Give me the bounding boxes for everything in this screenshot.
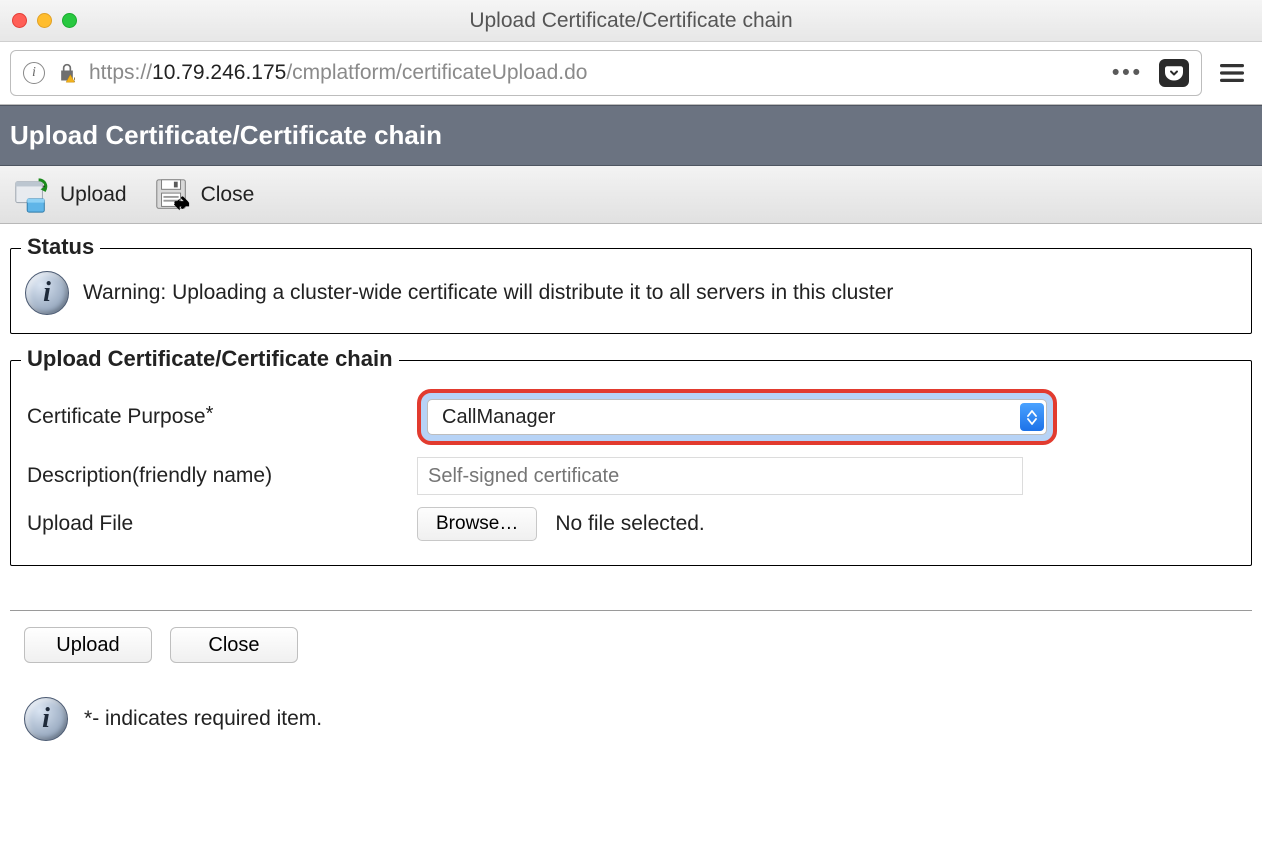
upload-file-label: Upload File	[27, 512, 417, 536]
window-title: Upload Certificate/Certificate chain	[0, 9, 1262, 33]
hamburger-menu-button[interactable]	[1212, 53, 1252, 93]
upload-form-panel: Upload Certificate/Certificate chain Cer…	[10, 360, 1252, 566]
status-message: Warning: Uploading a cluster-wide certif…	[83, 281, 893, 305]
page-title: Upload Certificate/Certificate chain	[0, 105, 1262, 166]
status-panel: Status i Warning: Uploading a cluster-wi…	[10, 248, 1252, 334]
page-actions-icon[interactable]: •••	[1112, 61, 1147, 85]
upload-icon	[12, 176, 50, 214]
certificate-purpose-label: Certificate Purpose*	[27, 405, 417, 429]
certificate-purpose-value: CallManager	[442, 406, 555, 429]
window-controls	[12, 13, 77, 28]
save-close-icon	[153, 176, 191, 214]
browser-toolbar: i ! https://10.79.246.175/cmplatform/cer…	[0, 42, 1262, 105]
divider	[10, 610, 1252, 611]
form-button-row: Upload Close	[0, 627, 1262, 673]
window-maximize-button[interactable]	[62, 13, 77, 28]
upload-form-legend: Upload Certificate/Certificate chain	[21, 346, 399, 372]
no-file-text: No file selected.	[555, 512, 704, 536]
browse-button[interactable]: Browse…	[417, 507, 537, 541]
certificate-purpose-highlight: CallManager	[417, 389, 1057, 445]
upload-button[interactable]: Upload	[24, 627, 152, 663]
window-close-button[interactable]	[12, 13, 27, 28]
site-info-icon[interactable]: i	[23, 62, 45, 84]
upload-file-row: Upload File Browse… No file selected.	[25, 501, 1237, 547]
url-text: https://10.79.246.175/cmplatform/certifi…	[89, 61, 1100, 85]
toolbar-close-button[interactable]: Close	[153, 176, 255, 214]
certificate-purpose-select[interactable]: CallManager	[427, 399, 1047, 435]
close-button[interactable]: Close	[170, 627, 298, 663]
toolbar-close-label: Close	[201, 183, 255, 207]
chevron-updown-icon	[1020, 403, 1044, 431]
url-path: /cmplatform/certificateUpload.do	[286, 61, 587, 84]
action-toolbar: Upload Close	[0, 166, 1262, 224]
pocket-icon[interactable]	[1159, 59, 1189, 87]
footer-note: i *- indicates required item.	[0, 673, 1262, 765]
info-icon: i	[24, 697, 68, 741]
address-bar[interactable]: i ! https://10.79.246.175/cmplatform/cer…	[10, 50, 1202, 96]
info-icon: i	[25, 271, 69, 315]
window-titlebar: Upload Certificate/Certificate chain	[0, 0, 1262, 42]
description-label: Description(friendly name)	[27, 464, 417, 488]
url-scheme: https://	[89, 61, 152, 84]
window-minimize-button[interactable]	[37, 13, 52, 28]
url-host: 10.79.246.175	[152, 61, 286, 84]
svg-text:!: !	[74, 78, 76, 83]
certificate-purpose-row: Certificate Purpose* CallManager	[25, 383, 1237, 451]
required-note: *- indicates required item.	[84, 707, 322, 731]
toolbar-upload-button[interactable]: Upload	[12, 176, 127, 214]
status-legend: Status	[21, 234, 100, 260]
description-input[interactable]	[417, 457, 1023, 495]
description-row: Description(friendly name)	[25, 451, 1237, 501]
lock-warning-icon[interactable]: !	[57, 63, 77, 83]
page-content: Status i Warning: Uploading a cluster-wi…	[0, 224, 1262, 602]
toolbar-upload-label: Upload	[60, 183, 127, 207]
